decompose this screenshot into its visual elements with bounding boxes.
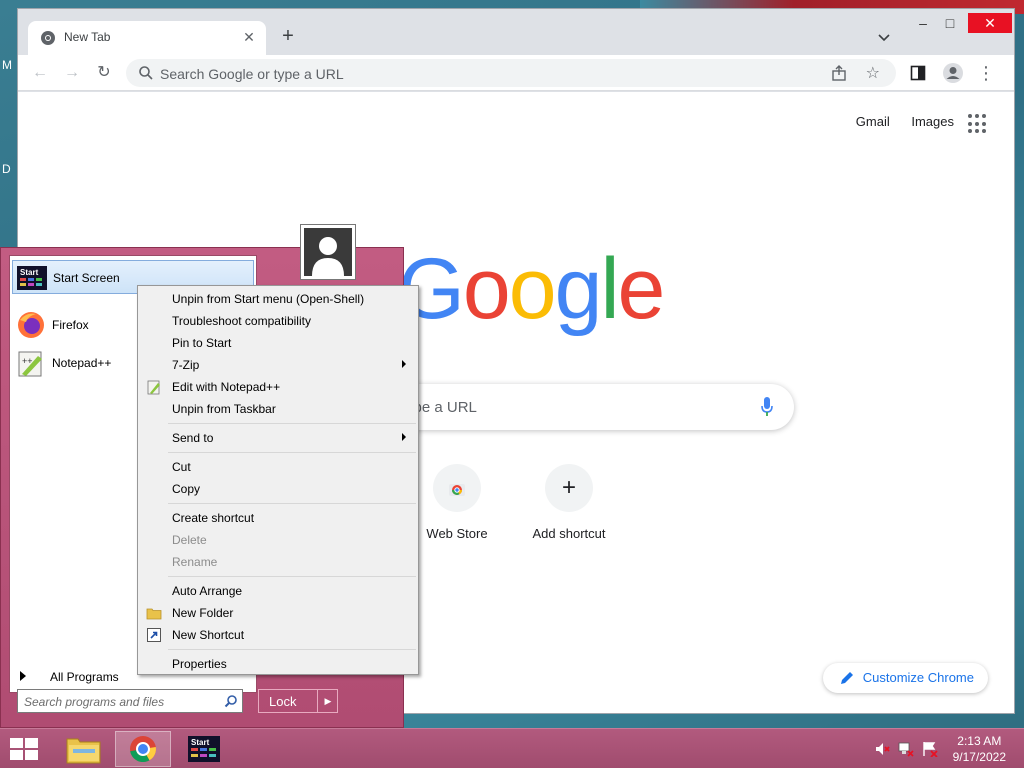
firefox-icon xyxy=(18,312,44,338)
pencil-icon xyxy=(840,672,853,684)
separator xyxy=(168,576,416,577)
shortcut-icon xyxy=(147,628,161,642)
chrome-icon[interactable] xyxy=(115,731,171,767)
forward-arrow-icon[interactable]: → xyxy=(60,61,84,85)
search-icon xyxy=(139,66,153,80)
windows-start-icon[interactable] xyxy=(8,735,40,763)
ctx-cut[interactable]: Cut xyxy=(140,456,416,478)
start-screen-icon[interactable]: Start xyxy=(176,731,232,767)
share-icon[interactable] xyxy=(830,64,848,82)
customize-label: Customize Chrome xyxy=(862,670,974,685)
chrome-webstore-icon xyxy=(433,464,481,512)
tab-new-tab[interactable]: New Tab ✕ xyxy=(28,21,266,55)
start-item-label: Start Screen xyxy=(53,271,120,285)
volume-muted-icon[interactable] xyxy=(874,741,890,757)
network-disconnected-icon[interactable] xyxy=(898,741,914,757)
tab-search-chevron-icon[interactable] xyxy=(874,27,894,47)
ctx-delete: Delete xyxy=(172,533,207,547)
ctx-rename: Rename xyxy=(172,555,218,569)
chrome-favicon-icon xyxy=(41,31,55,45)
ctx-new-shortcut[interactable]: New Shortcut xyxy=(140,624,416,646)
separator xyxy=(168,452,416,453)
all-programs-label: All Programs xyxy=(50,670,119,684)
taskbar: Start 2:13 AM 9/17/2022 xyxy=(0,728,1024,768)
desktop-icon-label: D xyxy=(2,162,11,176)
ctx-create-shortcut[interactable]: Create shortcut xyxy=(140,507,416,529)
tab-strip: New Tab ✕ + – □ ✕ xyxy=(18,9,1014,55)
shortcut-add[interactable]: + Add shortcut xyxy=(513,464,625,541)
start-search-input[interactable]: Search programs and files xyxy=(17,689,243,713)
gmail-link[interactable]: Gmail xyxy=(856,114,890,129)
ctx-7zip[interactable]: 7-Zip xyxy=(140,354,416,376)
start-screen-icon: Start xyxy=(17,266,47,290)
separator xyxy=(168,503,416,504)
lock-label: Lock xyxy=(269,694,297,709)
submenu-arrow-icon xyxy=(402,433,406,441)
svg-text:Start: Start xyxy=(191,738,210,747)
ctx-copy[interactable]: Copy xyxy=(140,478,416,500)
images-link[interactable]: Images xyxy=(911,114,954,129)
google-apps-icon[interactable] xyxy=(968,114,988,134)
user-avatar-icon xyxy=(304,228,352,276)
ctx-edit-with-notepad[interactable]: Edit with Notepad++ xyxy=(140,376,416,398)
separator xyxy=(168,423,416,424)
expand-arrow-icon xyxy=(20,671,26,681)
customize-chrome-button[interactable]: Customize Chrome xyxy=(822,663,988,693)
ctx-unpin-from-taskbar[interactable]: Unpin from Taskbar xyxy=(140,398,416,420)
minimize-button[interactable]: – xyxy=(911,13,935,33)
ctx-pin-to-start[interactable]: Pin to Start xyxy=(140,332,416,354)
back-arrow-icon[interactable]: ← xyxy=(28,61,52,85)
microphone-icon[interactable] xyxy=(760,396,774,418)
ctx-unpin-start-menu[interactable]: Unpin from Start menu (Open-Shell) xyxy=(140,288,416,310)
start-item-label: Firefox xyxy=(52,318,89,332)
ctx-troubleshoot-compatibility[interactable]: Troubleshoot compatibility xyxy=(140,310,416,332)
desktop-icon-label: M xyxy=(2,58,12,72)
more-menu-icon[interactable]: ⋮ xyxy=(974,61,998,85)
tab-title: New Tab xyxy=(64,30,111,44)
action-center-alert-icon[interactable] xyxy=(922,741,938,757)
close-button[interactable]: ✕ xyxy=(968,13,1012,33)
shortcut-label: Add shortcut xyxy=(532,526,606,541)
system-clock[interactable]: 2:13 AM 9/17/2022 xyxy=(953,733,1006,765)
new-tab-button[interactable]: + xyxy=(276,25,300,49)
clock-date: 9/17/2022 xyxy=(952,750,1006,764)
separator xyxy=(168,649,416,650)
ctx-send-to[interactable]: Send to xyxy=(140,427,416,449)
omnibox[interactable]: Search Google or type a URL ☆ xyxy=(126,59,896,87)
file-explorer-icon[interactable] xyxy=(56,731,112,767)
side-panel-icon[interactable] xyxy=(910,65,926,81)
google-logo: Google xyxy=(398,241,665,337)
notepad-plus-plus-icon xyxy=(147,380,160,395)
all-programs-button[interactable]: All Programs xyxy=(20,670,119,684)
plus-icon: + xyxy=(545,464,593,512)
ctx-auto-arrange[interactable]: Auto Arrange xyxy=(140,580,416,602)
ctx-properties[interactable]: Properties xyxy=(140,653,416,675)
user-picture[interactable] xyxy=(300,224,356,280)
start-item-label: Notepad++ xyxy=(52,356,112,370)
folder-icon xyxy=(146,608,162,620)
omnibox-placeholder: Search Google or type a URL xyxy=(160,66,344,82)
context-menu: Unpin from Start menu (Open-Shell) Troub… xyxy=(137,285,419,675)
notepad-plus-plus-icon: ++ xyxy=(18,351,42,377)
lock-button[interactable]: Lock ▶ xyxy=(258,689,338,713)
bookmark-star-icon[interactable]: ☆ xyxy=(866,63,880,83)
start-search-placeholder: Search programs and files xyxy=(24,695,165,709)
toolbar: ← → ↻ Search Google or type a URL ☆ ⋮ xyxy=(18,55,1014,91)
maximize-button[interactable]: □ xyxy=(938,13,962,33)
profile-avatar-icon[interactable] xyxy=(942,62,964,84)
ctx-new-folder[interactable]: New Folder xyxy=(140,602,416,624)
svg-text:Start: Start xyxy=(20,268,39,277)
clock-time: 2:13 AM xyxy=(957,734,1002,748)
svg-text:++: ++ xyxy=(22,356,33,366)
top-links: Gmail Images xyxy=(838,114,954,129)
search-icon[interactable] xyxy=(224,694,238,708)
tab-close-icon[interactable]: ✕ xyxy=(240,28,258,46)
reload-icon[interactable]: ↻ xyxy=(92,61,116,85)
submenu-arrow-icon xyxy=(402,360,406,368)
lock-options-arrow-icon[interactable]: ▶ xyxy=(317,690,338,712)
